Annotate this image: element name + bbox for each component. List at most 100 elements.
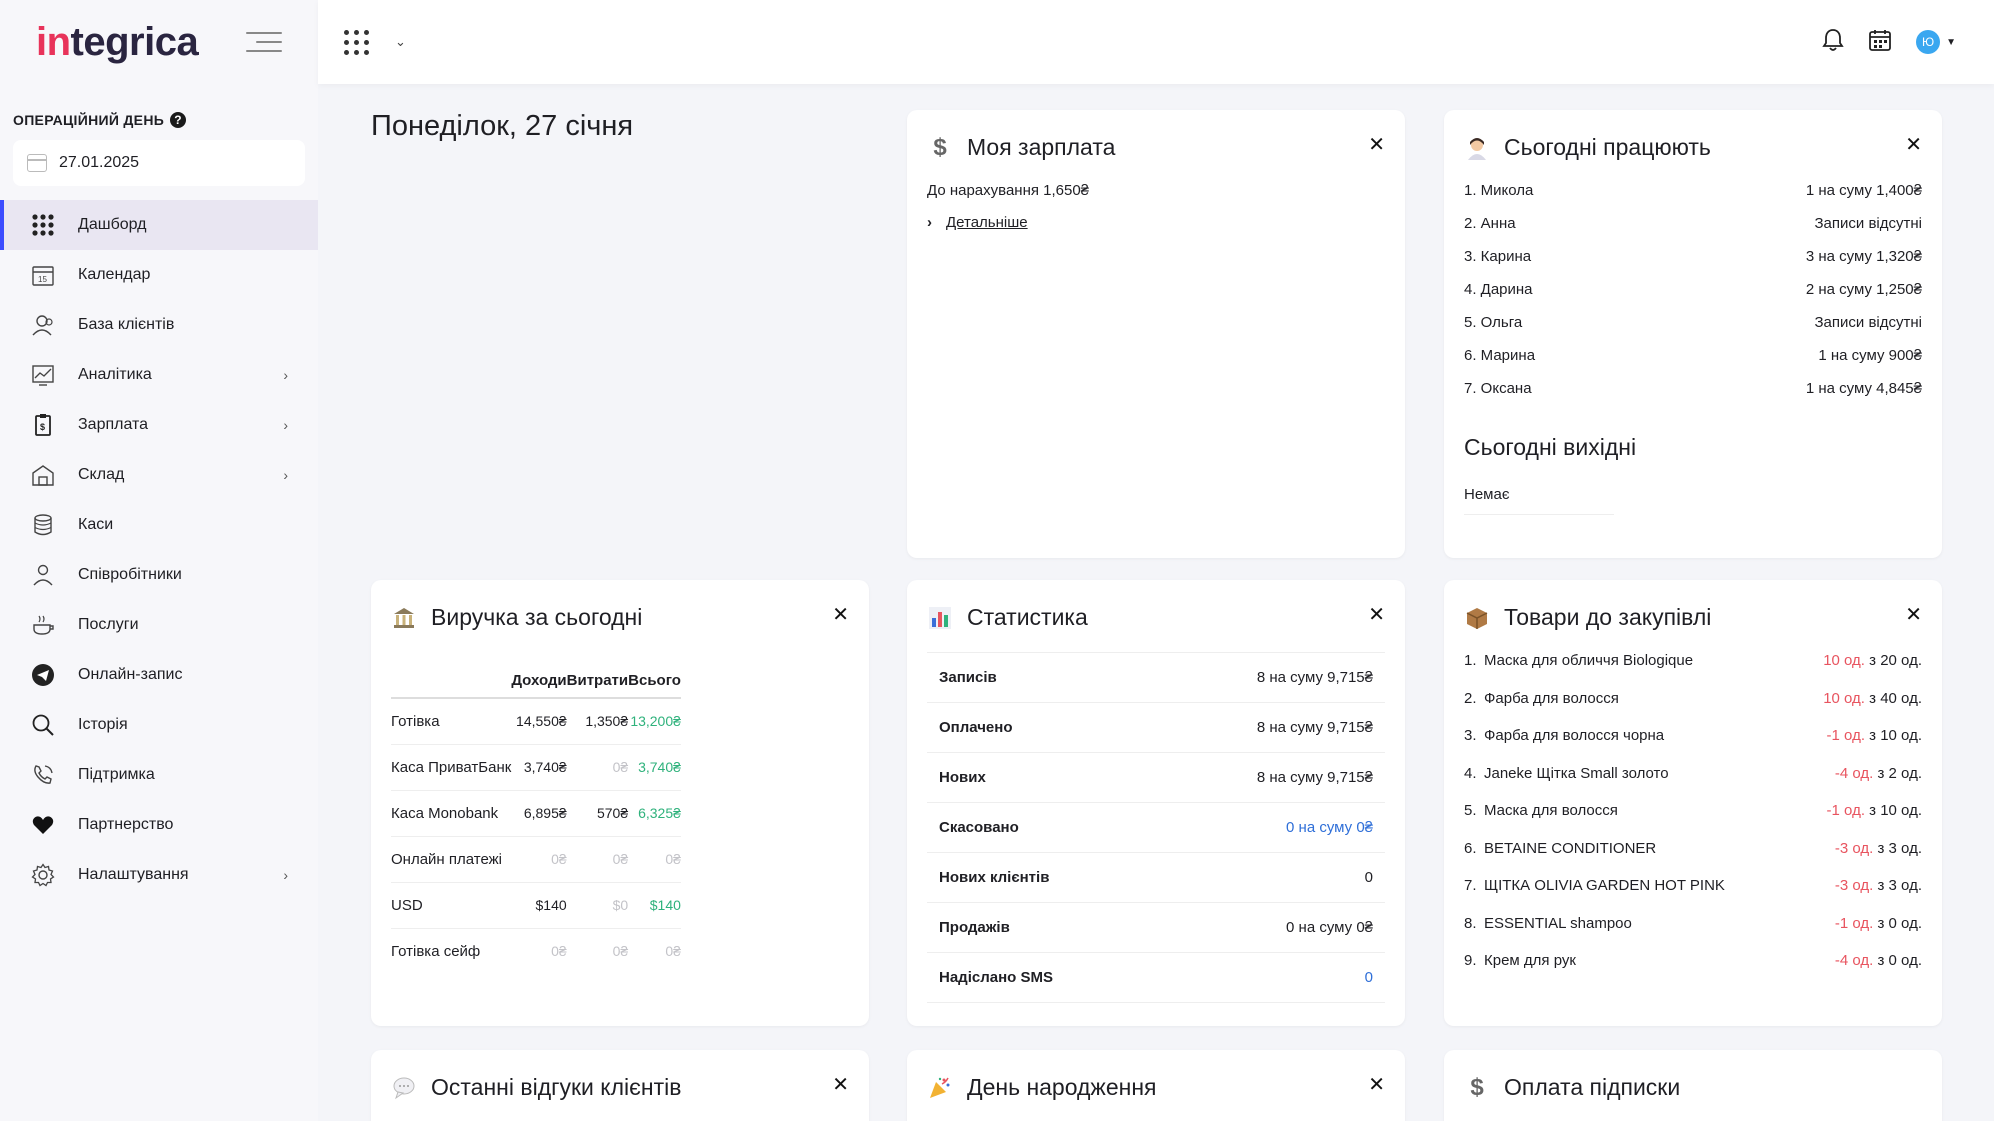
cash-name: Готівка [391, 698, 512, 745]
close-icon[interactable]: ✕ [1905, 602, 1922, 627]
card-title: Виручка за сьогодні [391, 604, 642, 631]
stat-label: Записів [939, 669, 997, 686]
dollar-icon: $ [1470, 1073, 1484, 1101]
divider [1464, 514, 1614, 515]
income-cell: $140 [511, 882, 567, 929]
calendar-icon[interactable] [1868, 28, 1892, 57]
sidebar-item[interactable]: Партнерство [0, 800, 318, 850]
goods-list: 1. Маска для обличчя Biologique 10 од. з 2… [1464, 652, 1922, 990]
list-item: 3. Фарба для волосся чорна -1 од. з 10 од. [1464, 727, 1922, 765]
product-of: з 10 од. [1869, 727, 1922, 744]
income-cell: 14,550₴ [511, 698, 567, 745]
card-title-text: Виручка за сьогодні [431, 604, 643, 630]
total-cell: $140 [628, 882, 681, 929]
card-title-text: Останні відгуки клієнтів [431, 1074, 682, 1100]
sidebar-item[interactable]: Аналітика › [0, 350, 318, 400]
close-icon[interactable]: ✕ [1368, 1072, 1385, 1097]
operating-day: ОПЕРАЦІЙНИЙ ДЕНЬ ? 27.01.2025 [0, 84, 318, 186]
cash-icon [30, 512, 56, 538]
product-qty: -1 од. [1834, 914, 1874, 932]
chevron-down-icon[interactable]: ⌄ [395, 34, 406, 50]
bank-icon [391, 605, 417, 631]
sidebar-item[interactable]: Онлайн-запис [0, 650, 318, 700]
avatar[interactable]: Ю [1916, 30, 1941, 54]
bell-icon[interactable] [1822, 28, 1844, 57]
close-icon[interactable]: ✕ [832, 1072, 849, 1097]
item-number: 2. [1464, 689, 1477, 707]
sidebar-item-label: Дашборд [78, 216, 147, 233]
stat-value[interactable]: 0 на суму 0₴ [1286, 819, 1373, 836]
cash-name: Каса ПриватБанк [391, 744, 512, 791]
close-icon[interactable]: ✕ [832, 602, 849, 627]
table-header: Доходи Витрати Всього [391, 664, 681, 699]
close-icon[interactable]: ✕ [1368, 132, 1385, 157]
sidebar-item[interactable]: 15 Календар [0, 250, 318, 300]
sidebar-item[interactable]: Підтримка [0, 750, 318, 800]
sidebar-item[interactable]: Налаштування › [0, 850, 318, 900]
sidebar-item[interactable]: Історія [0, 700, 318, 750]
caret-down-icon[interactable]: ▼ [1946, 37, 1956, 48]
calendar-icon: 15 [30, 262, 56, 288]
card-title: Товари до закупівлі [1464, 604, 1711, 631]
item-number: 9. [1464, 952, 1477, 969]
stat-value: 0 на суму 0₴ [1286, 919, 1373, 936]
product-name: Janeke Щітка Small золото [1484, 764, 1669, 782]
product-name: Фарба для волосся чорна [1484, 727, 1665, 744]
dashboard: Понеділок, 27 січня $ Моя зарплата ✕ До … [350, 84, 1994, 1121]
sidebar-item[interactable]: Дашборд [0, 200, 318, 250]
date-value: 27.01.2025 [59, 154, 140, 171]
staff-value: 3 на суму 1,320₴ [1805, 248, 1922, 265]
stat-value[interactable]: 0 [1365, 969, 1373, 986]
stat-label: Нових клієнтів [939, 869, 1050, 886]
sidebar-item-label: Каси [78, 516, 114, 533]
dollar-icon: $ [933, 133, 947, 161]
product-qty: -4 од. [1834, 952, 1874, 969]
user-menu[interactable]: Ю ▼ [1916, 30, 1956, 54]
staff-name: 3. Карина [1464, 248, 1532, 265]
expense-cell: 0₴ [566, 836, 629, 883]
sidebar-item[interactable]: База клієнтів [0, 300, 318, 350]
topbar-actions: Ю ▼ [1822, 28, 1956, 57]
help-icon[interactable]: ? [170, 112, 187, 128]
stat-label: Нових [939, 769, 986, 786]
item-number: 5. [1464, 802, 1477, 819]
total-cell: 13,200₴ [628, 698, 681, 745]
total-cell: 6,325₴ [628, 790, 681, 837]
close-icon[interactable]: ✕ [1368, 602, 1385, 627]
product-of: з 0 од. [1877, 914, 1923, 932]
list-item: 1. Маска для обличчя Biologique 10 од. з 2… [1464, 652, 1922, 690]
sidebar-item[interactable]: Послуги [0, 600, 318, 650]
services-icon [30, 612, 56, 638]
sidebar-item-label: Співробітники [78, 566, 182, 583]
close-icon[interactable]: ✕ [1905, 132, 1922, 157]
salary-details-link[interactable]: › Детальніше [927, 214, 1028, 231]
operating-day-label: ОПЕРАЦІЙНИЙ ДЕНЬ ? [13, 112, 305, 128]
logo[interactable]: integrica [36, 20, 199, 65]
svg-text:$: $ [40, 422, 45, 432]
stats-list: Записів 8 на суму 9,715₴ Оплачено 8 на суму… [927, 652, 1385, 1003]
sidebar-item[interactable]: Каси [0, 500, 318, 550]
sidebar-item[interactable]: Співробітники [0, 550, 318, 600]
sidebar-item-label: Онлайн-запис [78, 666, 183, 683]
weekend-title: Сьогодні вихідні [1464, 434, 1637, 460]
product-qty: -3 од. [1834, 877, 1874, 894]
list-item: Оплачено 8 на суму 9,715₴ [927, 703, 1385, 753]
product-of: з 2 од. [1877, 764, 1923, 782]
date-input[interactable]: 27.01.2025 [13, 140, 305, 186]
menu-toggle-icon[interactable] [246, 32, 282, 52]
sidebar-item[interactable]: Склад › [0, 450, 318, 500]
list-item: 4. Janeke Щітка Small золото -4 од. з 2 од… [1464, 765, 1922, 803]
staff-value: 1 на суму 4,845₴ [1805, 380, 1922, 397]
product-name: Маска для обличчя Biologique [1484, 652, 1694, 669]
birthday-card: День народження ✕ [907, 1050, 1405, 1121]
apps-grid-icon[interactable] [344, 29, 369, 55]
warehouse-icon [30, 462, 56, 488]
sidebar-item[interactable]: $ Зарплата › [0, 400, 318, 450]
table-row: Онлайн платежі 0₴ 0₴ 0₴ [391, 836, 681, 883]
sidebar-nav: Дашборд 15 Календар База клієнтів Аналітика ›… [0, 200, 318, 900]
product-of: з 20 од. [1869, 652, 1922, 669]
item-number: 4. [1464, 764, 1477, 782]
table-row: USD $140 $0 $140 [391, 882, 681, 929]
list-item: Продажів 0 на суму 0₴ [927, 903, 1385, 953]
product-name: ESSENTIAL shampoo [1484, 914, 1632, 932]
